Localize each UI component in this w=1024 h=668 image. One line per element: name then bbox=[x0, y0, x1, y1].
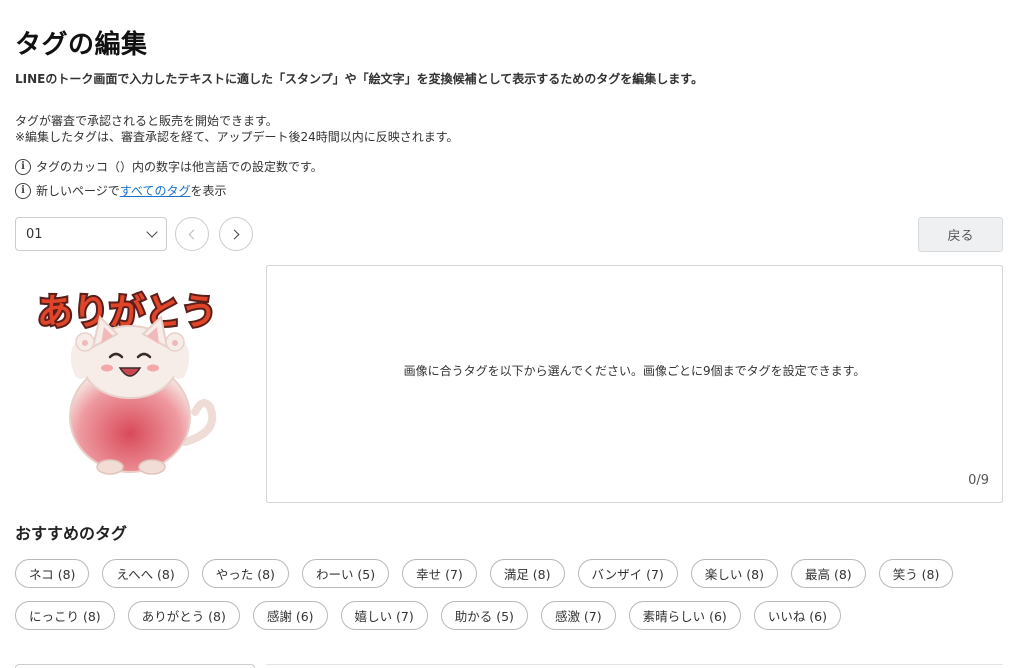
tag-chip[interactable]: バンザイ (7) bbox=[577, 559, 678, 588]
sticker-image: ありがとう bbox=[15, 272, 245, 482]
next-sticker-select-partial bbox=[15, 664, 255, 668]
review-notice-line1: タグが審査で承認されると販売を開始できます。 bbox=[15, 114, 278, 128]
page-description: LINEのトーク画面で入力したテキストに適した「スタンプ」や「絵文字」を変換候補… bbox=[15, 72, 704, 86]
tag-chip[interactable]: 最高 (8) bbox=[791, 559, 866, 588]
tag-chip[interactable]: えへへ (8) bbox=[102, 559, 189, 588]
tag-chip[interactable]: 笑う (8) bbox=[878, 559, 954, 588]
tag-chip[interactable]: にっこり (8) bbox=[15, 601, 115, 630]
review-notice-line2: ※編集したタグは、審査承認を経て、アップデート後24時間以内に反映されます。 bbox=[15, 130, 459, 144]
info-circle-icon: i bbox=[15, 182, 31, 199]
tag-chip[interactable]: 満足 (8) bbox=[489, 559, 565, 588]
tag-count: 0/9 bbox=[968, 473, 989, 488]
tag-chip[interactable]: 助かる (5) bbox=[440, 601, 528, 630]
info-tag-count-text: タグのカッコ（）内の数字は他言語での設定数です。 bbox=[36, 160, 323, 174]
info-all-tags-prefix: 新しいページで bbox=[36, 184, 120, 198]
back-button[interactable]: 戻る bbox=[918, 217, 1003, 252]
tag-chip-row: にっこり (8) ありがとう (8) 感謝 (6) 嬉しい (7) 助かる (5… bbox=[15, 601, 1005, 630]
recommended-tags-list: ネコ (8) えへへ (8) やった (8) わーい (5) 幸せ (7) 満足… bbox=[15, 559, 1005, 643]
tag-chip[interactable]: ありがとう (8) bbox=[127, 601, 240, 630]
all-tags-link[interactable]: すべてのタグ bbox=[120, 182, 191, 199]
tag-chip-row: ネコ (8) えへへ (8) やった (8) わーい (5) 幸せ (7) 満足… bbox=[15, 559, 1005, 588]
info-circle-icon: i bbox=[15, 158, 31, 175]
tag-chip[interactable]: いいね (6) bbox=[753, 601, 841, 630]
recommended-tags-title: おすすめのタグ bbox=[15, 524, 128, 543]
next-tag-box-partial bbox=[266, 664, 1003, 668]
info-all-tags-suffix: を表示 bbox=[190, 184, 227, 198]
sticker-illustration: ありがとう bbox=[35, 290, 219, 475]
page-title: タグの編集 bbox=[15, 30, 148, 60]
next-sticker-button[interactable] bbox=[219, 217, 253, 251]
chevron-down-icon bbox=[146, 226, 158, 238]
info-tag-count-note: i タグのカッコ（）内の数字は他言語での設定数です。 bbox=[15, 158, 323, 175]
sticker-number-value: 01 bbox=[26, 226, 43, 242]
selected-tags-area[interactable]: 画像に合うタグを以下から選んでください。画像ごとに9個までタグを設定できます。 … bbox=[266, 265, 1003, 503]
chevron-left-icon bbox=[188, 229, 199, 239]
tag-chip[interactable]: 嬉しい (7) bbox=[340, 601, 428, 630]
previous-sticker-button[interactable] bbox=[175, 217, 209, 251]
info-all-tags-note: i 新しいページで すべてのタグ を表示 bbox=[15, 182, 226, 199]
tag-chip[interactable]: わーい (5) bbox=[301, 559, 390, 588]
tag-chip[interactable]: 感謝 (6) bbox=[252, 601, 328, 630]
tag-chip[interactable]: ネコ (8) bbox=[15, 559, 90, 588]
tag-selection-hint: 画像に合うタグを以下から選んでください。画像ごとに9個までタグを設定できます。 bbox=[403, 364, 866, 378]
tag-chip[interactable]: 幸せ (7) bbox=[402, 559, 477, 588]
tag-chip[interactable]: 素晴らしい (6) bbox=[628, 601, 741, 630]
chevron-right-icon bbox=[229, 229, 240, 239]
tag-chip[interactable]: 感激 (7) bbox=[540, 601, 616, 630]
tag-chip[interactable]: 楽しい (8) bbox=[690, 559, 778, 588]
tag-chip[interactable]: やった (8) bbox=[201, 559, 289, 588]
sticker-number-select[interactable]: 01 bbox=[15, 217, 167, 251]
review-notice: タグが審査で承認されると販売を開始できます。 ※編集したタグは、審査承認を経て、… bbox=[15, 113, 459, 145]
